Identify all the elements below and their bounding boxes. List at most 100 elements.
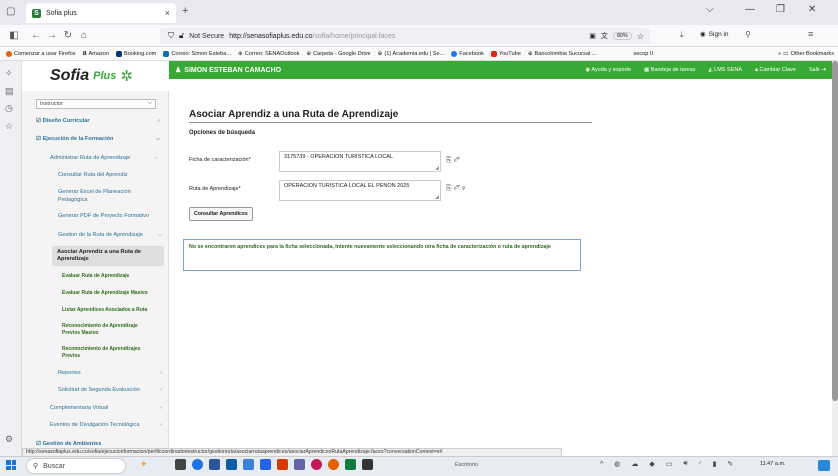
sidebar-item-generar-excel[interactable]: Generar Excel de Planeación Pedagógica: [58, 189, 148, 204]
sidebar-item-eventos[interactable]: Eventos de Divulgación Tecnológica ‹: [50, 422, 162, 428]
pen-icon[interactable]: ✎: [727, 460, 733, 468]
app-icon[interactable]: [243, 459, 254, 470]
bookmark-item[interactable]: Correo: Simon Esteba...: [163, 50, 231, 57]
close-window-icon[interactable]: ✕: [808, 4, 816, 15]
scrollbar-thumb[interactable]: [832, 61, 838, 401]
app-icon[interactable]: [294, 459, 305, 470]
bookmark-item[interactable]: Booking.com: [116, 50, 156, 57]
zoom-level[interactable]: 80%: [612, 32, 632, 40]
tab-list-icon[interactable]: ▢: [6, 6, 15, 17]
browser-tab[interactable]: S Sofia plus ×: [26, 3, 176, 23]
sidebar-item-complementaria[interactable]: Complementaria Virtual ‹: [50, 405, 162, 411]
chevron-up-icon[interactable]: ^: [600, 461, 603, 468]
sidebar-item-reconocimiento-previos[interactable]: Reconocimiento de Aprendizajes Previos: [62, 346, 152, 360]
bookmark-item[interactable]: ⊕ Bancolombia Sucursal ...: [528, 51, 597, 57]
sidebar-item-evaluar-masivo[interactable]: Evaluar Ruta de Aprendizaje Masivo: [62, 290, 162, 296]
bookmark-item[interactable]: ⊕ Carpeta - Google Drive: [306, 51, 370, 57]
widgets-icon[interactable]: ✦: [140, 459, 148, 470]
sidebar-item-listar-aprendices[interactable]: Listar Aprendices Asociados a Ruta: [62, 307, 162, 313]
sidebar-item-reportes[interactable]: Reportes ‹: [58, 370, 162, 376]
tray-app-icon[interactable]: ◆: [649, 460, 654, 468]
ai-icon[interactable]: ✧: [5, 68, 13, 79]
url-bar[interactable]: ⛉ 🔓︎ Not Secure http://senasofiaplus.edu…: [160, 28, 650, 44]
back-icon[interactable]: ←: [28, 30, 44, 41]
extensions-icon[interactable]: ⚲: [745, 30, 751, 39]
ruta-field[interactable]: OPERACION TURISTICA LOCAL EL PENON 2025: [279, 180, 441, 201]
sidebar-item-evaluar-ruta[interactable]: Evaluar Ruta de Aprendizaje: [62, 273, 162, 279]
help-link[interactable]: ◉ Ayuda y soporte: [585, 67, 631, 73]
app-icon[interactable]: [260, 459, 271, 470]
task-view-icon[interactable]: [175, 459, 186, 470]
bookmark-item[interactable]: ⊕ (1) Academia.edu | Se...: [378, 51, 445, 57]
bookmark-item[interactable]: a Amazon: [83, 50, 109, 57]
menu-icon[interactable]: ≡: [808, 29, 813, 39]
tab-overflow-icon[interactable]: ⌵: [706, 4, 714, 15]
translate-icon[interactable]: 文: [601, 31, 608, 41]
ficha-field[interactable]: 3175739 - OPERACION TURISTICA LOCAL: [279, 151, 441, 172]
downloads-icon[interactable]: ⤓: [680, 30, 684, 40]
bookmark-star-icon[interactable]: ☆: [637, 32, 644, 41]
consultar-aprendices-button[interactable]: Consultar Aprendices: [189, 207, 253, 221]
bookmark-item[interactable]: YouTube: [490, 50, 521, 57]
app-icon[interactable]: [277, 459, 288, 470]
restore-icon[interactable]: ❐: [776, 4, 785, 15]
forward-icon[interactable]: →: [44, 30, 60, 41]
app-icon[interactable]: [345, 459, 356, 470]
bookmark-item[interactable]: secop II: [633, 51, 653, 57]
settings-icon[interactable]: ⚙: [5, 434, 13, 445]
edge-icon[interactable]: [192, 459, 203, 470]
new-tab-icon[interactable]: +: [182, 5, 188, 17]
firefox-taskbar-icon[interactable]: [328, 459, 339, 470]
sofia-logo[interactable]: Sofia Plus ✲: [22, 61, 169, 91]
sidebar-item-consultar-ruta[interactable]: Consultar Ruta del Aprendiz: [58, 172, 158, 178]
sidebar-item-generar-pdf[interactable]: Generar PDF de Proyecto Formativo: [58, 213, 166, 219]
task-tray-link[interactable]: ▦ Bandeja de tareas: [644, 67, 695, 73]
sidebar-item-ambientes[interactable]: ☑ Gestión de Ambientes: [36, 441, 160, 447]
sidebar-item-segunda-evaluacion[interactable]: Solicitud de Segunda Evaluación ‹: [58, 387, 162, 393]
sidebar-item-asociar-aprendiz[interactable]: Asociar Aprendiz a una Ruta de Aprendiza…: [52, 246, 164, 266]
app-icon[interactable]: [226, 459, 237, 470]
reader-icon[interactable]: ▣: [589, 32, 596, 40]
app-icon[interactable]: [209, 459, 220, 470]
change-password-link[interactable]: 🔒︎ Cambiar Clave: [755, 67, 796, 74]
bookmark-item[interactable]: Facebook: [451, 50, 484, 57]
bookmark-item[interactable]: Comenzar a usar Firefox: [6, 50, 76, 57]
clear-icon[interactable]: ✐: [454, 157, 460, 164]
taskbar-search[interactable]: ⚲ Buscar: [26, 458, 126, 474]
bookmarks-panel-icon[interactable]: ▤: [5, 86, 14, 97]
home-icon[interactable]: ⌂: [76, 30, 92, 41]
windows-start-icon[interactable]: [6, 460, 16, 470]
desktop-label[interactable]: Escritorio: [455, 462, 478, 468]
wifi-icon[interactable]: ◜: [699, 460, 702, 468]
monitor-icon[interactable]: ▭: [666, 460, 673, 468]
minimize-icon[interactable]: —: [745, 4, 755, 15]
cloud-icon[interactable]: ☁: [631, 460, 638, 468]
sidebar-item-ejecucion[interactable]: ☑ Ejecución de la Formación ⌵: [36, 136, 160, 143]
sidebar-item-reconocimiento-masivo[interactable]: Reconocimiento de Aprendizaje Previos Ma…: [62, 323, 152, 337]
history-icon[interactable]: ◷: [5, 103, 13, 114]
search-icon[interactable]: ⚲: [462, 185, 465, 192]
clear-icon[interactable]: ✐: [454, 185, 460, 192]
sidebar-item-administrar-ruta[interactable]: Administrar Ruta de Aprendizaje ⌵: [50, 155, 158, 162]
logout-link[interactable]: Salir ⇥: [809, 67, 826, 73]
other-bookmarks[interactable]: » ▭ Other Bookmarks: [778, 51, 834, 57]
bookmark-star-panel-icon[interactable]: ☆: [5, 121, 13, 132]
lookup-icon[interactable]: ⎘: [446, 185, 452, 192]
sign-in-button[interactable]: ◉ Sign in: [700, 30, 729, 39]
tab-close-icon[interactable]: ×: [165, 8, 170, 18]
role-select[interactable]: Instructor: [36, 99, 156, 109]
app-icon[interactable]: [311, 459, 322, 470]
bookmark-item[interactable]: ⊕ Correo: SENAOutlook: [238, 51, 299, 57]
lms-link[interactable]: ◭ LMS SENA: [708, 67, 742, 73]
volume-icon[interactable]: 🔊︎: [683, 460, 687, 468]
sidebar-item-gestion-ruta[interactable]: Gestion de la Ruta de Aprendizaje ⌵: [58, 232, 162, 239]
battery-icon[interactable]: ▮: [713, 460, 717, 468]
tray-app-icon[interactable]: ◍: [614, 460, 620, 468]
reload-icon[interactable]: ↻: [60, 30, 76, 41]
sidebar-item-diseno[interactable]: ☑ Diseño Curricular ‹: [36, 118, 160, 124]
lookup-icon[interactable]: ⎘: [446, 157, 452, 164]
clock[interactable]: 11:47 a.m.: [760, 461, 786, 467]
app-icon[interactable]: [362, 459, 373, 470]
sidebar-toggle-icon[interactable]: ◧: [6, 30, 22, 41]
notifications-icon[interactable]: [818, 460, 830, 471]
